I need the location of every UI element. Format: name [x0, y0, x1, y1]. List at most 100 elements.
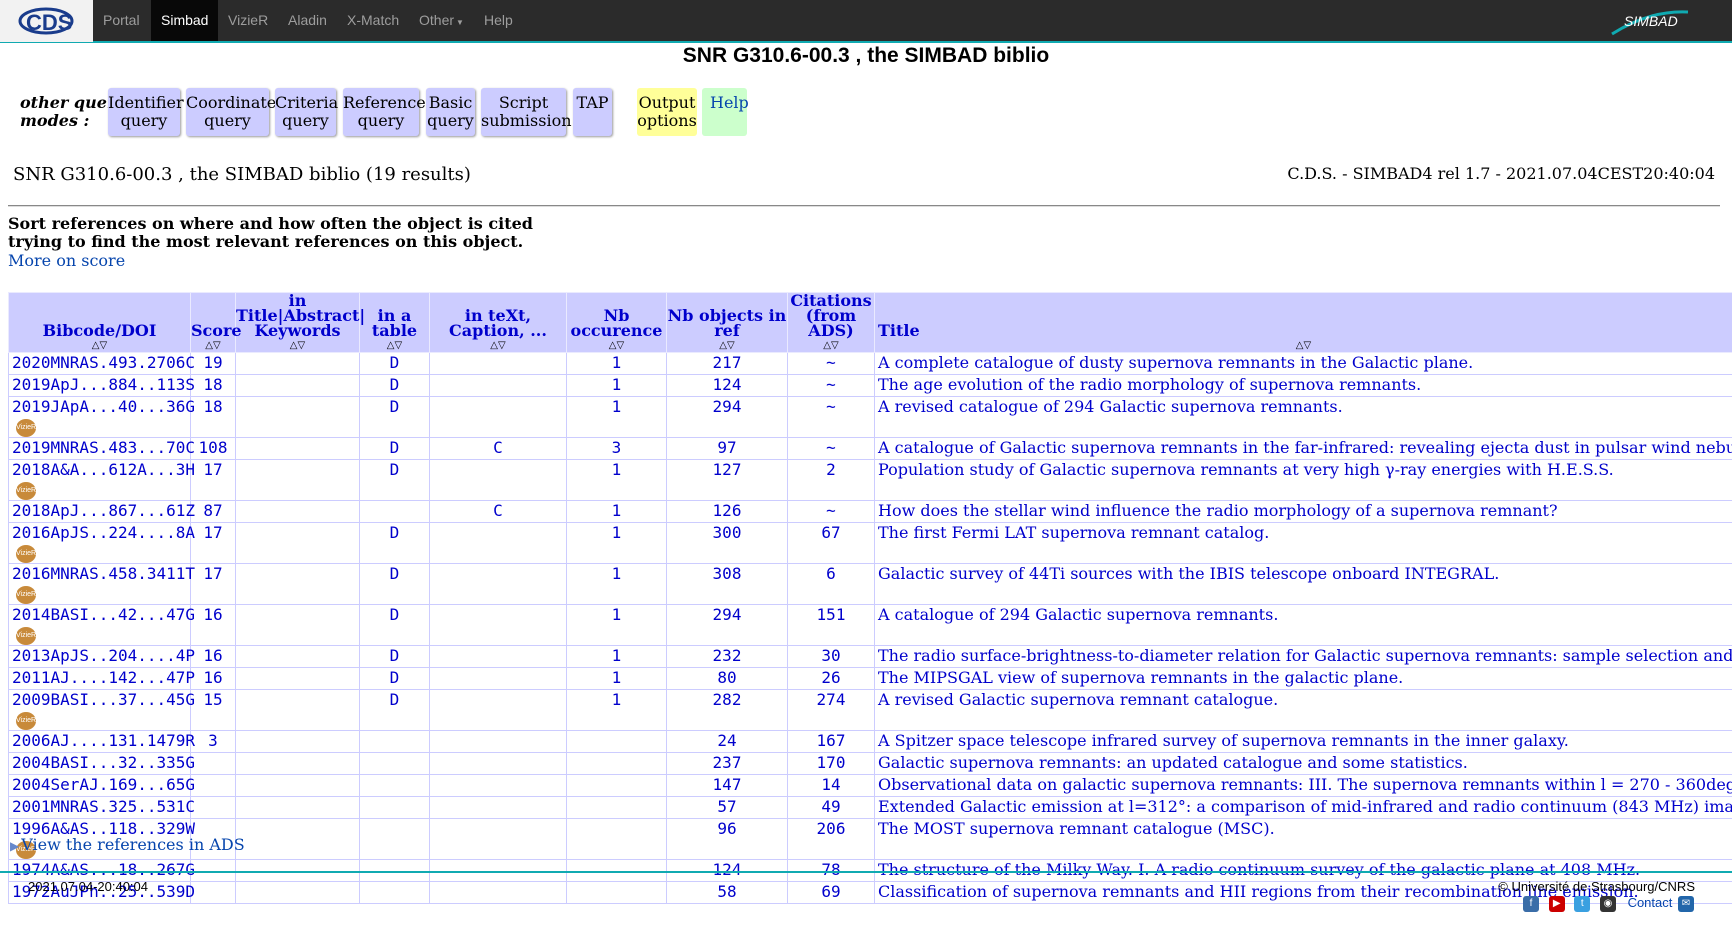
- github-icon[interactable]: ◉: [1599, 895, 1616, 912]
- title-link-text[interactable]: A complete catalogue of dusty supernova …: [878, 354, 1473, 373]
- nav-other-dropdown[interactable]: Other ▼: [409, 0, 474, 41]
- sort-arrows-icon[interactable]: △▽: [788, 340, 874, 352]
- basic-query-button[interactable]: Basic query: [426, 88, 475, 136]
- vizier-icon[interactable]: VizieR: [16, 626, 36, 645]
- sort-arrows-icon[interactable]: △▽: [360, 340, 429, 352]
- nav-simbad[interactable]: Simbad: [151, 0, 219, 41]
- bibcode-link-text[interactable]: 2001MNRAS.325..531C: [12, 797, 195, 816]
- nav-help[interactable]: Help: [474, 0, 523, 41]
- bibcode-link-text[interactable]: 1974A&AS...18..267G: [12, 860, 195, 879]
- title-link[interactable]: A complete catalogue of dusty supernova …: [874, 352, 1732, 375]
- bibcode-link[interactable]: 2011AJ....142...47P: [8, 667, 195, 690]
- nav-vizier[interactable]: VizieR: [218, 0, 278, 41]
- col-citations[interactable]: Citations (from ADS) △▽: [787, 292, 875, 353]
- bibcode-link[interactable]: 2018ApJ...867...61Z: [8, 500, 195, 523]
- bibcode-link[interactable]: 2006AJ....131.1479R: [8, 730, 195, 753]
- col-bibcode[interactable]: Bibcode/DOI △▽: [8, 292, 191, 353]
- script-submission-button[interactable]: Script submission: [481, 88, 572, 136]
- col-in-text[interactable]: in teXt, Caption, ... △▽: [429, 292, 567, 353]
- col-in-table[interactable]: in a table △▽: [359, 292, 430, 353]
- bibcode-link[interactable]: 2019JApA...40...36G VizieR: [8, 396, 195, 438]
- nav-portal[interactable]: Portal: [93, 0, 150, 41]
- identifier-query-button[interactable]: Identifier query: [108, 88, 184, 136]
- title-link[interactable]: The MOST supernova remnant catalogue (MS…: [874, 818, 1732, 860]
- cds-logo[interactable]: CDS: [0, 0, 93, 42]
- title-link-text[interactable]: A catalogue of Galactic supernova remnan…: [878, 439, 1732, 458]
- youtube-icon[interactable]: ▶: [1548, 895, 1565, 912]
- vizier-icon[interactable]: VizieR: [16, 585, 36, 604]
- title-link[interactable]: Population study of Galactic supernova r…: [874, 459, 1732, 501]
- title-link-text[interactable]: Observational data on galactic supernova…: [878, 776, 1732, 795]
- title-link-text[interactable]: The radio surface-brightness-to-diameter…: [878, 647, 1732, 666]
- title-link[interactable]: The radio surface-brightness-to-diameter…: [874, 645, 1732, 668]
- title-link[interactable]: Galactic supernova remnants: an updated …: [874, 752, 1732, 775]
- bibcode-link[interactable]: 2019ApJ...884..113S: [8, 374, 195, 397]
- title-link-text[interactable]: A revised Galactic supernova remnant cat…: [878, 691, 1278, 710]
- col-title-abstract[interactable]: in Title|Abstract| Keywords △▽: [235, 292, 365, 353]
- output-options-button[interactable]: Output options: [637, 88, 697, 136]
- criteria-query-button[interactable]: Criteria query: [275, 88, 338, 136]
- col-nb-occurence[interactable]: Nb occurence △▽: [566, 292, 667, 353]
- tap-button[interactable]: TAP: [573, 88, 612, 136]
- bibcode-link-text[interactable]: 2016ApJS..224....8A: [12, 523, 195, 542]
- title-link-text[interactable]: Population study of Galactic supernova r…: [878, 461, 1614, 480]
- sort-arrows-icon[interactable]: △▽: [191, 340, 235, 352]
- twitter-icon[interactable]: t: [1574, 895, 1591, 912]
- title-link-text[interactable]: How does the stellar wind influence the …: [878, 502, 1558, 521]
- sort-arrows-icon[interactable]: △▽: [567, 340, 666, 352]
- bibcode-link[interactable]: 2001MNRAS.325..531C: [8, 796, 195, 819]
- nav-xmatch[interactable]: X-Match: [337, 0, 409, 41]
- sort-arrows-icon[interactable]: △▽: [667, 340, 787, 352]
- help-button[interactable]: Help: [702, 88, 749, 136]
- title-link[interactable]: A catalogue of 294 Galactic supernova re…: [874, 604, 1732, 646]
- title-link-text[interactable]: Galactic supernova remnants: an updated …: [878, 754, 1468, 773]
- title-link[interactable]: How does the stellar wind influence the …: [874, 500, 1732, 523]
- bibcode-link-text[interactable]: 2004BASI...32..335G: [12, 753, 195, 772]
- col-nb-objects[interactable]: Nb objects in ref △▽: [666, 292, 788, 353]
- col-title[interactable]: Title △▽: [874, 292, 1732, 353]
- bibcode-link[interactable]: 2009BASI...37...45G VizieR: [8, 689, 195, 731]
- sort-arrows-icon[interactable]: △▽: [875, 340, 1732, 352]
- facebook-icon[interactable]: f: [1523, 895, 1540, 912]
- reference-query-button[interactable]: Reference query: [343, 88, 426, 136]
- title-link[interactable]: The first Fermi LAT supernova remnant ca…: [874, 522, 1732, 564]
- sort-arrows-icon[interactable]: △▽: [430, 340, 566, 352]
- bibcode-link[interactable]: 2013ApJS..204....4P: [8, 645, 195, 668]
- bibcode-link[interactable]: 2020MNRAS.493.2706C: [8, 352, 195, 375]
- sort-arrows-icon[interactable]: △▽: [9, 340, 190, 352]
- bibcode-link[interactable]: 2018A&A...612A...3H VizieR: [8, 459, 195, 501]
- bibcode-link-text[interactable]: 2018A&A...612A...3H: [12, 460, 195, 479]
- bibcode-link-text[interactable]: 2013ApJS..204....4P: [12, 646, 195, 665]
- title-link-text[interactable]: The MOST supernova remnant catalogue (MS…: [878, 820, 1275, 839]
- bibcode-link-text[interactable]: 2004SerAJ.169...65G: [12, 775, 195, 794]
- title-link-text[interactable]: The first Fermi LAT supernova remnant ca…: [878, 524, 1269, 543]
- bibcode-link[interactable]: 2016ApJS..224....8A VizieR: [8, 522, 195, 564]
- bibcode-link-text[interactable]: 2014BASI...42...47G: [12, 605, 195, 624]
- bibcode-link-text[interactable]: 2019MNRAS.483...70C: [12, 438, 195, 457]
- title-link[interactable]: Extended Galactic emission at l=312°: a …: [874, 796, 1732, 819]
- bibcode-link[interactable]: 2019MNRAS.483...70C: [8, 437, 195, 460]
- bibcode-link-text[interactable]: 2019ApJ...884..113S: [12, 375, 195, 394]
- coordinate-query-button[interactable]: Coordinate query: [186, 88, 276, 136]
- simbad-logo[interactable]: SIMBAD: [1610, 6, 1690, 36]
- bibcode-link[interactable]: 2004BASI...32..335G: [8, 752, 195, 775]
- vizier-icon[interactable]: VizieR: [16, 711, 36, 730]
- title-link[interactable]: A revised Galactic supernova remnant cat…: [874, 689, 1732, 731]
- bibcode-link-text[interactable]: 2016MNRAS.458.3411T: [12, 564, 195, 583]
- sort-arrows-icon[interactable]: △▽: [236, 340, 359, 352]
- title-link[interactable]: A revised catalogue of 294 Galactic supe…: [874, 396, 1732, 438]
- bibcode-link[interactable]: 2004SerAJ.169...65G: [8, 774, 195, 797]
- title-link-text[interactable]: Galactic survey of 44Ti sources with the…: [878, 565, 1499, 584]
- more-on-score-link[interactable]: More on score: [8, 251, 125, 270]
- title-link-text[interactable]: The structure of the Milky Way. I. A rad…: [878, 861, 1640, 880]
- title-link[interactable]: Galactic survey of 44Ti sources with the…: [874, 563, 1732, 605]
- title-link[interactable]: The age evolution of the radio morpholog…: [874, 374, 1732, 397]
- nav-aladin[interactable]: Aladin: [278, 0, 337, 41]
- title-link-text[interactable]: A revised catalogue of 294 Galactic supe…: [878, 398, 1343, 417]
- title-link-text[interactable]: A catalogue of 294 Galactic supernova re…: [878, 606, 1278, 625]
- vizier-icon[interactable]: VizieR: [16, 544, 36, 563]
- view-in-ads-link[interactable]: ▶ View the references in ADS: [10, 835, 245, 854]
- bibcode-link[interactable]: 2014BASI...42...47G VizieR: [8, 604, 195, 646]
- title-link[interactable]: A catalogue of Galactic supernova remnan…: [874, 437, 1732, 460]
- title-link[interactable]: The MIPSGAL view of supernova remnants i…: [874, 667, 1732, 690]
